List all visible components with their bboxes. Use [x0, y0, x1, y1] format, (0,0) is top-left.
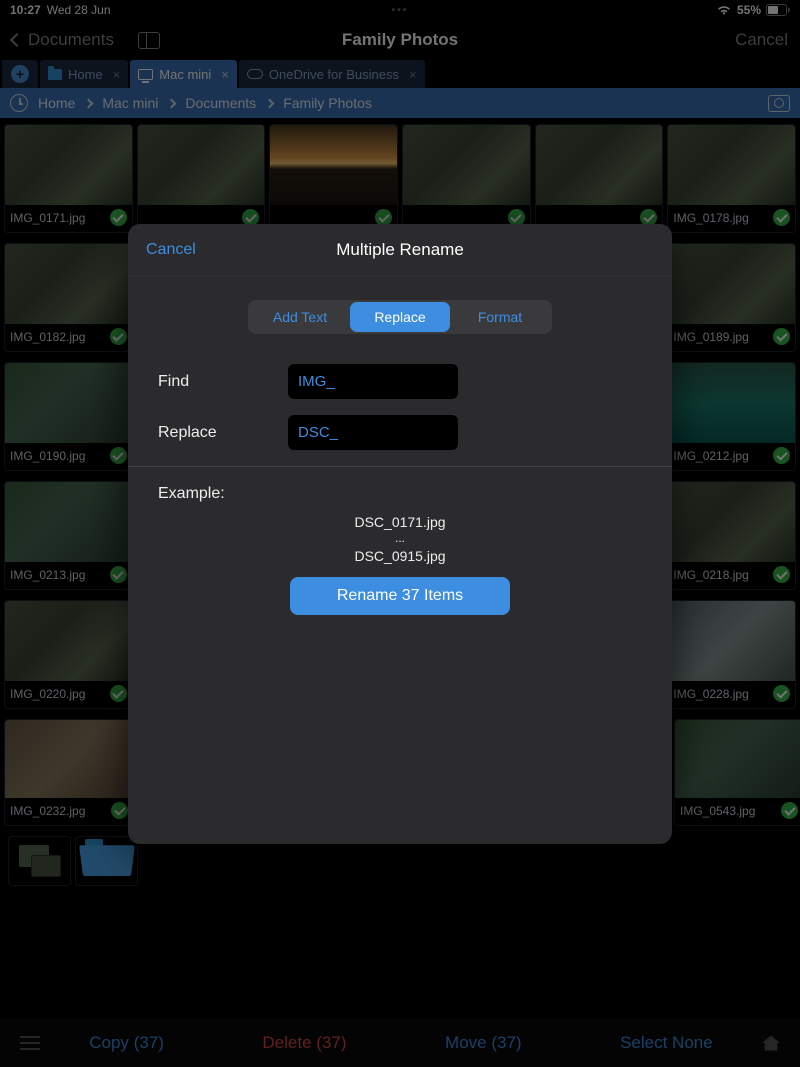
rename-mode-segmented: Add Text Replace Format [248, 300, 552, 334]
find-input[interactable] [288, 364, 458, 399]
example-last: DSC_0915.jpg [158, 547, 642, 565]
rename-modal: Cancel Multiple Rename Add Text Replace … [128, 224, 672, 844]
find-label: Find [158, 373, 268, 391]
seg-replace[interactable]: Replace [350, 302, 450, 332]
example-ellipsis: ... [158, 531, 642, 547]
replace-input[interactable] [288, 415, 458, 450]
replace-label: Replace [158, 424, 268, 442]
example-label: Example: [158, 485, 642, 503]
seg-format[interactable]: Format [450, 302, 550, 332]
modal-title: Multiple Rename [336, 240, 464, 260]
seg-add-text[interactable]: Add Text [250, 302, 350, 332]
example-first: DSC_0171.jpg [158, 513, 642, 531]
rename-confirm-button[interactable]: Rename 37 Items [290, 577, 510, 615]
modal-cancel-button[interactable]: Cancel [146, 241, 196, 259]
